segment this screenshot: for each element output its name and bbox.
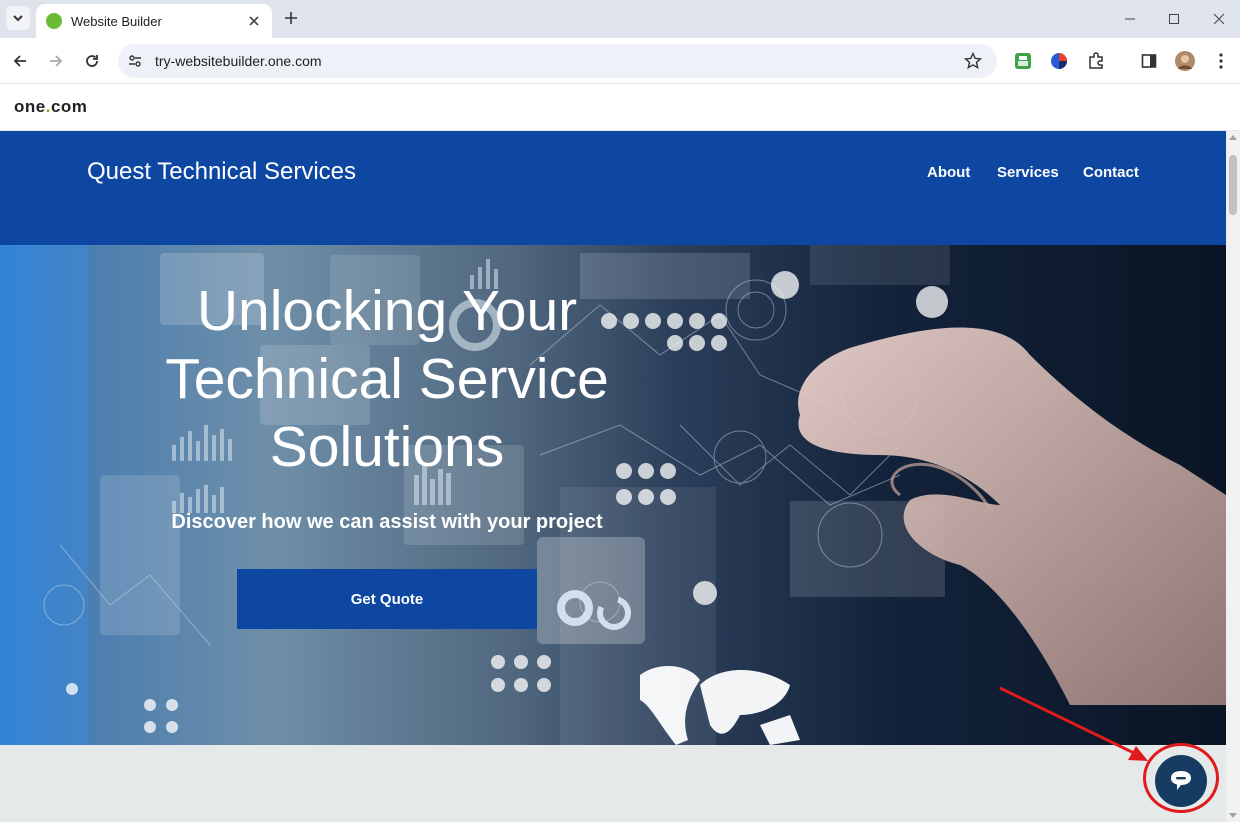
more-menu-button[interactable] bbox=[1209, 49, 1233, 73]
url-text: try-websitebuilder.one.com bbox=[155, 53, 322, 69]
next-section bbox=[0, 745, 1226, 822]
printer-extension-icon bbox=[1015, 53, 1031, 69]
annotation-highlight-circle bbox=[1143, 743, 1219, 813]
scroll-up-arrow[interactable] bbox=[1229, 135, 1237, 140]
more-icon bbox=[1219, 53, 1223, 69]
profile-avatar bbox=[1175, 51, 1195, 71]
minimize-button[interactable] bbox=[1119, 8, 1141, 30]
scroll-down-arrow[interactable] bbox=[1229, 813, 1237, 818]
close-window-button[interactable] bbox=[1208, 8, 1230, 30]
onecom-bar: one.com bbox=[0, 84, 1240, 131]
bookmark-button[interactable] bbox=[961, 49, 985, 73]
tab-list-button[interactable] bbox=[6, 6, 30, 30]
address-bar[interactable]: try-websitebuilder.one.com bbox=[118, 44, 997, 78]
website-preview: Quest Technical Services About Services … bbox=[0, 131, 1226, 822]
maximize-button[interactable] bbox=[1163, 8, 1185, 30]
hand-illustration bbox=[798, 327, 1226, 705]
nav-about[interactable]: About bbox=[927, 164, 970, 181]
minimize-icon bbox=[1125, 18, 1135, 20]
hero-subheading: Discover how we can assist with your pro… bbox=[171, 511, 603, 533]
scroll-thumb[interactable] bbox=[1229, 155, 1237, 215]
color-extension-button[interactable] bbox=[1047, 49, 1071, 73]
nav-services[interactable]: Services bbox=[997, 164, 1059, 181]
side-panel-icon bbox=[1141, 54, 1157, 68]
get-quote-button[interactable]: Get Quote bbox=[237, 569, 537, 629]
nav-contact[interactable]: Contact bbox=[1083, 164, 1139, 181]
close-tab-button[interactable] bbox=[246, 13, 262, 29]
browser-tab-strip: Website Builder bbox=[0, 0, 1240, 38]
plus-icon bbox=[285, 12, 297, 24]
close-icon bbox=[249, 16, 259, 26]
star-icon bbox=[964, 52, 982, 70]
tab-list-icon bbox=[13, 15, 23, 22]
site-header: Quest Technical Services About Services … bbox=[0, 131, 1226, 245]
page-scrollbar[interactable] bbox=[1226, 131, 1240, 822]
back-icon bbox=[13, 55, 26, 67]
profile-button[interactable] bbox=[1173, 49, 1197, 73]
color-extension-icon bbox=[1051, 53, 1067, 69]
forward-icon bbox=[50, 55, 63, 67]
back-button[interactable] bbox=[8, 49, 32, 73]
reload-button[interactable] bbox=[80, 49, 104, 73]
hero-section: Unlocking Your Technical Service Solutio… bbox=[0, 245, 1226, 745]
maximize-icon bbox=[1169, 14, 1179, 24]
side-panel-button[interactable] bbox=[1137, 49, 1161, 73]
onecom-logo[interactable]: one.com bbox=[14, 97, 87, 117]
site-title[interactable]: Quest Technical Services bbox=[87, 158, 356, 186]
active-tab[interactable]: Website Builder bbox=[36, 4, 272, 38]
browser-toolbar: try-websitebuilder.one.com bbox=[0, 38, 1240, 84]
new-tab-button[interactable] bbox=[280, 7, 302, 29]
hero-heading: Unlocking Your Technical Service Solutio… bbox=[165, 279, 609, 479]
puzzle-icon bbox=[1089, 52, 1103, 69]
close-icon bbox=[1213, 13, 1225, 25]
favicon-icon bbox=[46, 13, 62, 29]
printer-extension-button[interactable] bbox=[1011, 49, 1035, 73]
site-info-button[interactable] bbox=[123, 49, 147, 73]
tab-title: Website Builder bbox=[71, 13, 162, 29]
forward-button[interactable] bbox=[44, 49, 68, 73]
reload-icon bbox=[86, 55, 98, 67]
site-info-icon bbox=[129, 55, 141, 67]
extensions-button[interactable] bbox=[1084, 49, 1108, 73]
